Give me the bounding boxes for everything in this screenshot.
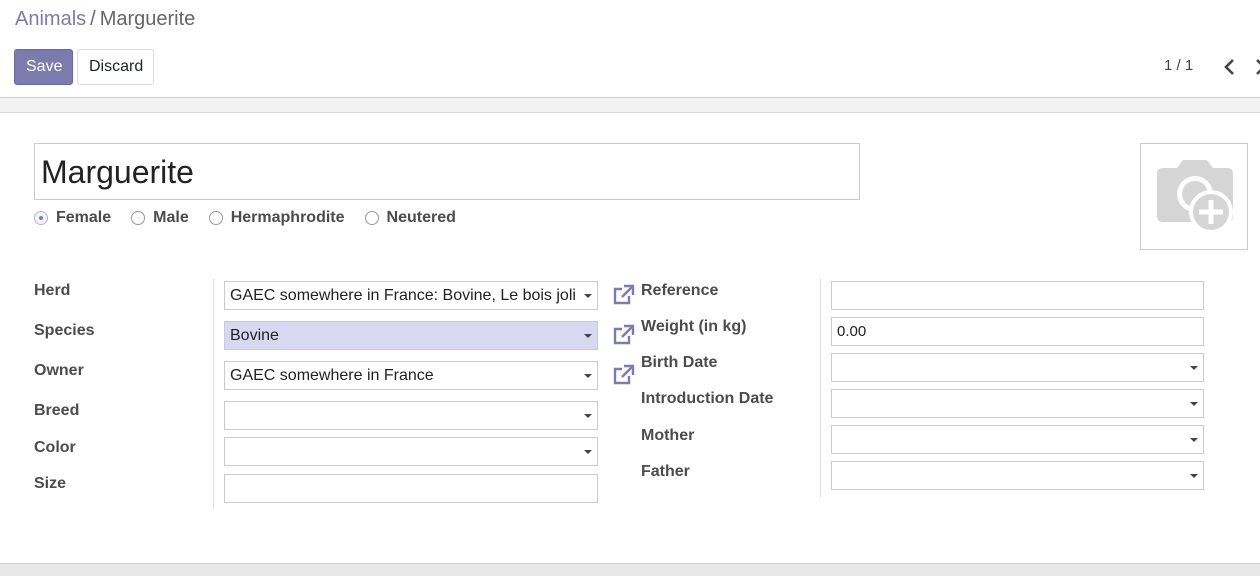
external-link-icon[interactable] [612,323,636,347]
chevron-left-icon[interactable] [1222,56,1238,78]
animal-image-upload[interactable] [1140,143,1248,250]
herd-value: GAEC somewhere in France: Bovine, Le boi… [230,287,576,304]
gender-label-male: Male [153,209,189,226]
size-label: Size [34,475,67,492]
father-label: Father [641,463,690,480]
breadcrumb-current: Marguerite [99,8,196,30]
introduction-date-select[interactable] [831,389,1204,418]
radio-unchecked-icon [131,211,146,225]
owner-value: GAEC somewhere in France [230,367,434,384]
breed-select[interactable] [224,401,598,430]
dropdown-caret-icon [584,294,592,298]
gender-radio-male[interactable]: Male [131,209,189,227]
gender-label-hermaphrodite: Hermaphrodite [230,209,345,226]
camera-add-icon [1151,160,1239,241]
breadcrumb-separator: / [90,8,96,30]
species-label: Species [34,322,95,339]
reference-label: Reference [641,282,719,299]
birth-date-select[interactable] [831,353,1204,382]
radio-checked-icon [34,211,48,225]
right-column-divider [820,279,821,497]
form-sheet: Marguerite Female Male Hermaphrodite Neu… [0,113,1260,564]
gender-label-neutered: Neutered [386,209,456,226]
discard-button[interactable]: Discard [77,49,154,85]
mother-label: Mother [641,427,695,444]
reference-input[interactable] [831,281,1204,310]
color-select[interactable] [224,437,598,466]
animal-name-field[interactable]: Marguerite [34,143,860,200]
breadcrumb-animals-link[interactable]: Animals [15,8,86,30]
gender-label-female: Female [56,209,112,226]
sheet-strip [0,98,1260,113]
sheet-bottom-strip [0,564,1260,576]
chevron-right-icon[interactable] [1252,56,1260,78]
color-label: Color [34,439,76,456]
species-select[interactable]: Bovine [224,321,598,350]
owner-label: Owner [34,362,84,379]
introduction-date-label: Introduction Date [641,390,774,407]
control-panel: Animals / Marguerite Save Discard 1 / 1 [0,0,1260,98]
radio-unchecked-icon [208,211,223,225]
gender-radio-group: Female Male Hermaphrodite Neutered [34,207,476,229]
herd-select[interactable]: GAEC somewhere in France: Bovine, Le boi… [224,281,598,310]
herd-label: Herd [34,282,71,299]
gender-radio-hermaphrodite[interactable]: Hermaphrodite [208,209,345,227]
father-select[interactable] [831,461,1204,490]
gender-radio-female[interactable]: Female [34,209,111,227]
dropdown-caret-icon [1190,366,1198,370]
radio-unchecked-icon [364,211,379,225]
dropdown-caret-icon [1190,402,1198,406]
dropdown-caret-icon [584,334,592,338]
birth-date-label: Birth Date [641,354,718,371]
dropdown-caret-icon [1190,474,1198,478]
dropdown-caret-icon [1190,438,1198,442]
dropdown-caret-icon [584,450,592,454]
breed-label: Breed [34,402,80,419]
dropdown-caret-icon [584,414,592,418]
external-link-icon[interactable] [612,363,636,387]
gender-radio-neutered[interactable]: Neutered [364,209,456,227]
pager-value[interactable]: 1 / 1 [1164,57,1193,74]
dropdown-caret-icon [584,374,592,378]
mother-select[interactable] [831,425,1204,454]
species-value: Bovine [230,327,279,344]
save-button[interactable]: Save [14,49,73,85]
left-column-divider [213,279,214,509]
owner-select[interactable]: GAEC somewhere in France [224,361,598,390]
breadcrumb: Animals / Marguerite [15,8,195,31]
external-link-icon[interactable] [612,283,636,307]
size-input[interactable] [224,474,598,503]
weight-input[interactable]: 0.00 [831,317,1204,346]
weight-label: Weight (in kg) [641,318,747,335]
